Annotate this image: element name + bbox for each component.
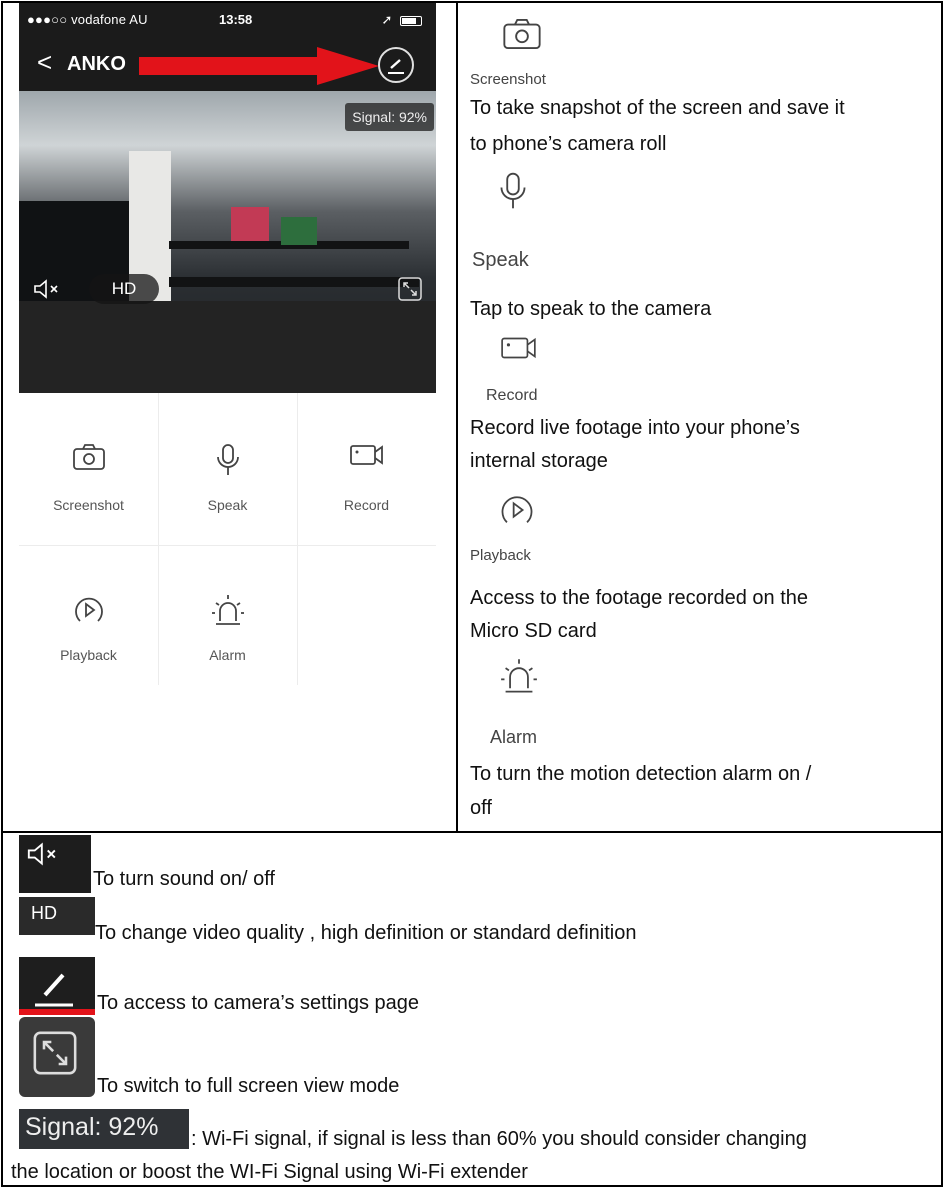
video-scene	[19, 301, 436, 393]
playback-label: Playback	[60, 647, 117, 663]
playback-icon	[74, 597, 103, 622]
video-camera-icon	[501, 337, 536, 359]
signal-badge-label: Signal: 92%	[25, 1113, 159, 1141]
pencil-icon	[35, 973, 73, 1007]
phone-screenshot: ●●●○○ vodafone AU 13:58 ➚ < ANKO Signal:…	[19, 3, 436, 831]
video-camera-icon	[349, 445, 383, 465]
hd-thumbnail: HD	[19, 897, 95, 935]
app-screenshot-cell: ●●●○○ vodafone AU 13:58 ➚ < ANKO Signal:…	[3, 3, 458, 833]
hd-description: To change video quality , high definitio…	[95, 922, 637, 944]
speak-label: Speak	[207, 497, 248, 513]
playback-description: Micro SD card	[470, 620, 597, 642]
alarm-label: Alarm	[209, 647, 246, 663]
sound-description: To turn sound on/ off	[93, 868, 275, 890]
hd-quality-toggle[interactable]: HD	[89, 274, 159, 304]
live-video-feed[interactable]: Signal: 92% HD	[19, 91, 436, 393]
fullscreen-description: To switch to full screen view mode	[97, 1075, 400, 1097]
status-icons: ➚	[381, 12, 422, 28]
signal-badge: Signal: 92%	[345, 103, 434, 131]
hd-badge-label: HD	[31, 903, 57, 923]
camera-icon	[72, 444, 105, 470]
record-label: Record	[343, 497, 390, 513]
edit-settings-button[interactable]	[378, 47, 414, 83]
screenshot-description: to phone’s camera roll	[470, 133, 667, 155]
device-title: ANKO	[67, 53, 126, 75]
microphone-icon	[216, 444, 239, 475]
video-scene	[169, 277, 419, 287]
signal-description: the location or boost the WI-Fi Signal u…	[11, 1161, 528, 1183]
navigation-bar: < ANKO	[19, 39, 436, 91]
pencil-icon	[388, 59, 404, 74]
screenshot-button[interactable]: Screenshot	[19, 393, 158, 543]
alarm-siren-icon	[501, 659, 537, 693]
alarm-siren-icon	[211, 595, 244, 625]
signal-thumbnail: Signal: 92%	[19, 1109, 189, 1149]
alarm-caption: Alarm	[490, 727, 538, 747]
playback-icon	[501, 496, 533, 523]
record-description: internal storage	[470, 450, 608, 472]
screenshot-caption: Screenshot	[470, 71, 546, 88]
settings-description: To access to camera’s settings page	[97, 992, 420, 1014]
record-button[interactable]: Record	[297, 393, 436, 543]
camera-icon	[503, 18, 541, 50]
record-caption: Record	[486, 387, 538, 404]
location-icon: ➚	[381, 12, 393, 27]
instruction-table: ●●●○○ vodafone AU 13:58 ➚ < ANKO Signal:…	[1, 1, 943, 1187]
speak-description: Tap to speak to the camera	[470, 298, 712, 320]
alarm-description: off	[470, 797, 492, 819]
status-bar: ●●●○○ vodafone AU 13:58 ➚	[19, 3, 436, 39]
settings-thumbnail	[19, 957, 95, 1015]
mute-icon	[27, 842, 56, 866]
fullscreen-icon[interactable]	[398, 277, 422, 301]
speak-caption: Speak	[472, 249, 529, 271]
video-scene	[231, 207, 269, 241]
video-scene	[281, 217, 317, 245]
microphone-icon	[500, 172, 526, 209]
screenshot-description: To take snapshot of the screen and save …	[470, 97, 845, 119]
playback-caption: Playback	[470, 547, 531, 564]
playback-button[interactable]: Playback	[19, 543, 158, 693]
mute-icon[interactable]	[33, 278, 61, 300]
fullscreen-icon	[33, 1031, 77, 1075]
mute-thumbnail	[19, 835, 91, 893]
control-grid: Screenshot Speak Record Playback Alarm	[19, 393, 436, 831]
back-button[interactable]: <	[37, 49, 52, 75]
red-underline	[19, 1009, 95, 1015]
alarm-description: To turn the motion detection alarm on /	[470, 763, 812, 785]
alarm-button[interactable]: Alarm	[158, 543, 297, 693]
screenshot-label: Screenshot	[53, 497, 124, 513]
carrier-label: ●●●○○ vodafone AU	[27, 12, 148, 27]
signal-description: : Wi-Fi signal, if signal is less than 6…	[191, 1128, 807, 1150]
red-arrow-annotation	[139, 47, 379, 85]
fullscreen-thumbnail	[19, 1017, 95, 1097]
playback-description: Access to the footage recorded on the	[470, 587, 808, 609]
speak-button[interactable]: Speak	[158, 393, 297, 543]
feature-descriptions-cell: Screenshot To take snapshot of the scree…	[458, 3, 943, 833]
icon-legend-cell: To turn sound on/ off HD To change video…	[3, 833, 943, 1187]
clock: 13:58	[219, 12, 253, 27]
battery-icon	[400, 15, 422, 26]
record-description: Record live footage into your phone’s	[470, 417, 800, 439]
